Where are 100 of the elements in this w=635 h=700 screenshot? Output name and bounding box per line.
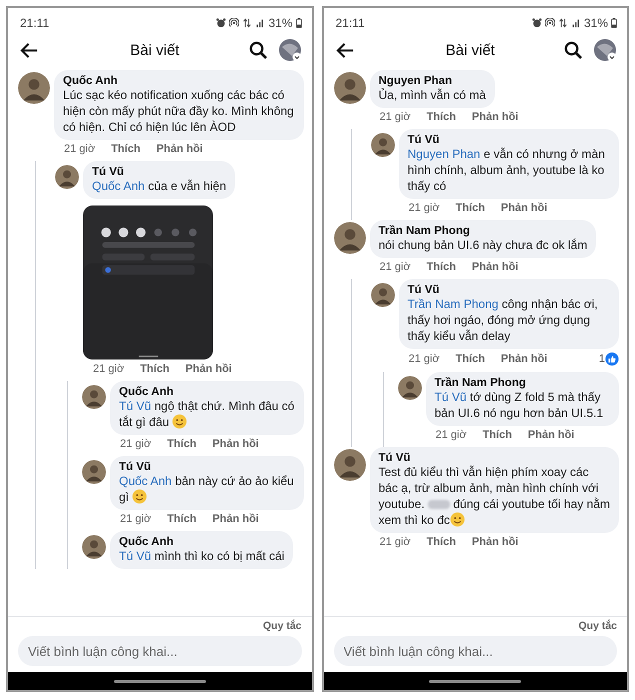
back-arrow-icon[interactable] [336,40,354,60]
signal-icon [570,18,581,28]
avatar[interactable] [334,72,366,104]
data-arrows-icon [242,18,252,28]
page-title: Bài viết [444,42,496,58]
avatar[interactable] [398,376,422,400]
like-button[interactable]: Thích [482,429,512,441]
avatar[interactable] [370,133,394,157]
reply-button[interactable]: Phản hồi [212,438,259,450]
author-name[interactable]: Trần Nam Phong [434,377,610,389]
timestamp: 21 giờ [408,353,440,365]
battery-icon [611,18,617,28]
alarm-icon [532,18,542,28]
comment-text: nói chung bản UI.6 này chưa đc ok lắm [378,237,588,253]
data-arrows-icon [558,18,568,28]
author-name[interactable]: Tú Vũ [92,166,226,178]
like-button[interactable]: Thích [111,143,140,155]
like-button[interactable]: Thích [456,353,485,365]
reply-button[interactable]: Phản hồi [156,143,203,155]
profile-avatar[interactable] [593,38,617,62]
battery-icon [296,18,302,28]
author-name[interactable]: Tú Vũ [408,284,610,296]
profile-avatar[interactable] [278,38,302,62]
author-name[interactable]: Nguyen Phan [378,75,486,87]
comment-text: Test đủ kiểu thì vẫn hiện phím xoay các bác ạ, trừ album ảnh, màn hình chính với youtube. đúng cái youtube tối hay nằm xem thì ko đc [378,464,610,528]
reply-button[interactable]: Phản hồi [528,429,574,441]
comment-text: Quốc Anh bản này cứ ảo ảo kiểu gì [119,473,294,505]
timestamp: 21 giờ [93,363,124,375]
like-button[interactable]: Thích [167,438,196,450]
comment-text: Tú Vũ ngộ thật chứ. Mình đâu có tắt gì đâu [119,398,294,430]
status-time: 21:11 [336,16,365,30]
status-time: 21:11 [20,16,50,30]
alarm-icon [216,18,226,28]
search-icon[interactable] [248,40,268,60]
reply-button[interactable]: Phản hồi [472,111,518,123]
comment-text: Tú Vũ mình thì ko có bị mất cái [119,548,284,564]
timestamp: 21 giờ [64,143,96,155]
comment-text: Quốc Anh của e vẫn hiện [92,178,226,194]
author-name[interactable]: Tú Vũ [408,134,610,146]
comment-input[interactable]: Viết bình luận công khai... [18,636,302,666]
avatar[interactable] [334,222,366,254]
mention-link[interactable]: Nguyen Phan [408,147,480,161]
like-button[interactable]: Thích [426,536,456,548]
timestamp: 21 giờ [380,261,411,273]
like-button[interactable]: Thích [456,202,485,214]
battery-percent: 31% [268,16,292,30]
author-name[interactable]: Quốc Anh [63,75,294,87]
reply-button[interactable]: Phản hồi [472,261,518,273]
like-button[interactable]: Thích [426,261,456,273]
hotspot-icon [544,18,555,28]
mention-link[interactable]: Tú Vũ [119,399,152,413]
like-button[interactable]: Thích [426,111,456,123]
comment-text: Tú Vũ tớ dùng Z fold 5 mà thấy bản UI.6 nó ngu hơn bản UI.5.1 [434,389,604,421]
timestamp: 21 giờ [436,429,467,441]
avatar[interactable] [82,535,106,559]
author-name[interactable]: Quốc Anh [119,386,294,398]
mention-link[interactable]: Quốc Anh [119,474,172,488]
signal-icon [255,18,266,28]
mention-link[interactable]: Trần Nam Phong [408,297,498,311]
rules-link[interactable]: Quy tắc [262,620,302,632]
avatar[interactable] [370,283,394,307]
mention-link[interactable]: Quốc Anh [92,179,145,193]
avatar[interactable] [55,165,79,189]
page-title: Bài viết [129,42,180,58]
mention-link[interactable]: Tú Vũ [119,549,152,563]
like-button[interactable]: Thích [167,513,196,525]
timestamp: 21 giờ [408,202,440,214]
battery-percent: 31% [584,16,608,30]
avatar[interactable] [82,460,106,484]
avatar[interactable] [18,72,50,104]
reply-button[interactable]: Phản hồi [472,536,518,548]
reaction-count[interactable]: 1 [598,353,605,365]
avatar[interactable] [82,385,106,409]
thumbs-up-icon [605,352,619,366]
hotspot-icon [229,18,240,28]
author-name[interactable]: Quốc Anh [119,536,284,548]
timestamp: 21 giờ [380,536,411,548]
avatar[interactable] [334,449,366,481]
author-name[interactable]: Tú Vũ [378,452,610,464]
rules-link[interactable]: Quy tắc [578,620,617,632]
reply-button[interactable]: Phản hồi [500,202,548,214]
author-name[interactable]: Tú Vũ [119,461,294,473]
reply-button[interactable]: Phản hồi [185,363,232,375]
author-name[interactable]: Trần Nam Phong [378,225,588,237]
timestamp: 21 giờ [120,438,152,450]
comment-text: Ủa, mình vẫn có mà [378,87,486,103]
comment-text: Lúc sạc kéo notification xuống các bác có hiện còn mấy phút nữa đầy ko. Mình không có hiện. Chỉ có hiện lúc lên ÀOD [63,87,294,135]
timestamp: 21 giờ [380,111,411,123]
mention-link[interactable]: Tú Vũ [434,390,467,404]
home-handle[interactable] [429,680,522,682]
comment-text: Trần Nam Phong công nhận bác ơi, thấy hơi ngáo, đóng mở ứng dụng thấy kiểu vẫn delay [408,296,599,344]
comment-text: Nguyen Phan e vẫn có nhưng ở màn hình chính, album ảnh, youtube là ko thấy có [408,146,606,194]
like-button[interactable]: Thích [140,363,170,375]
home-handle[interactable] [114,680,206,682]
reply-button[interactable]: Phản hồi [500,353,548,365]
search-icon[interactable] [564,40,583,60]
timestamp: 21 giờ [120,513,152,525]
reply-button[interactable]: Phản hồi [212,513,259,525]
comment-input[interactable]: Viết bình luận công khai... [334,636,617,666]
back-arrow-icon[interactable] [20,40,39,60]
